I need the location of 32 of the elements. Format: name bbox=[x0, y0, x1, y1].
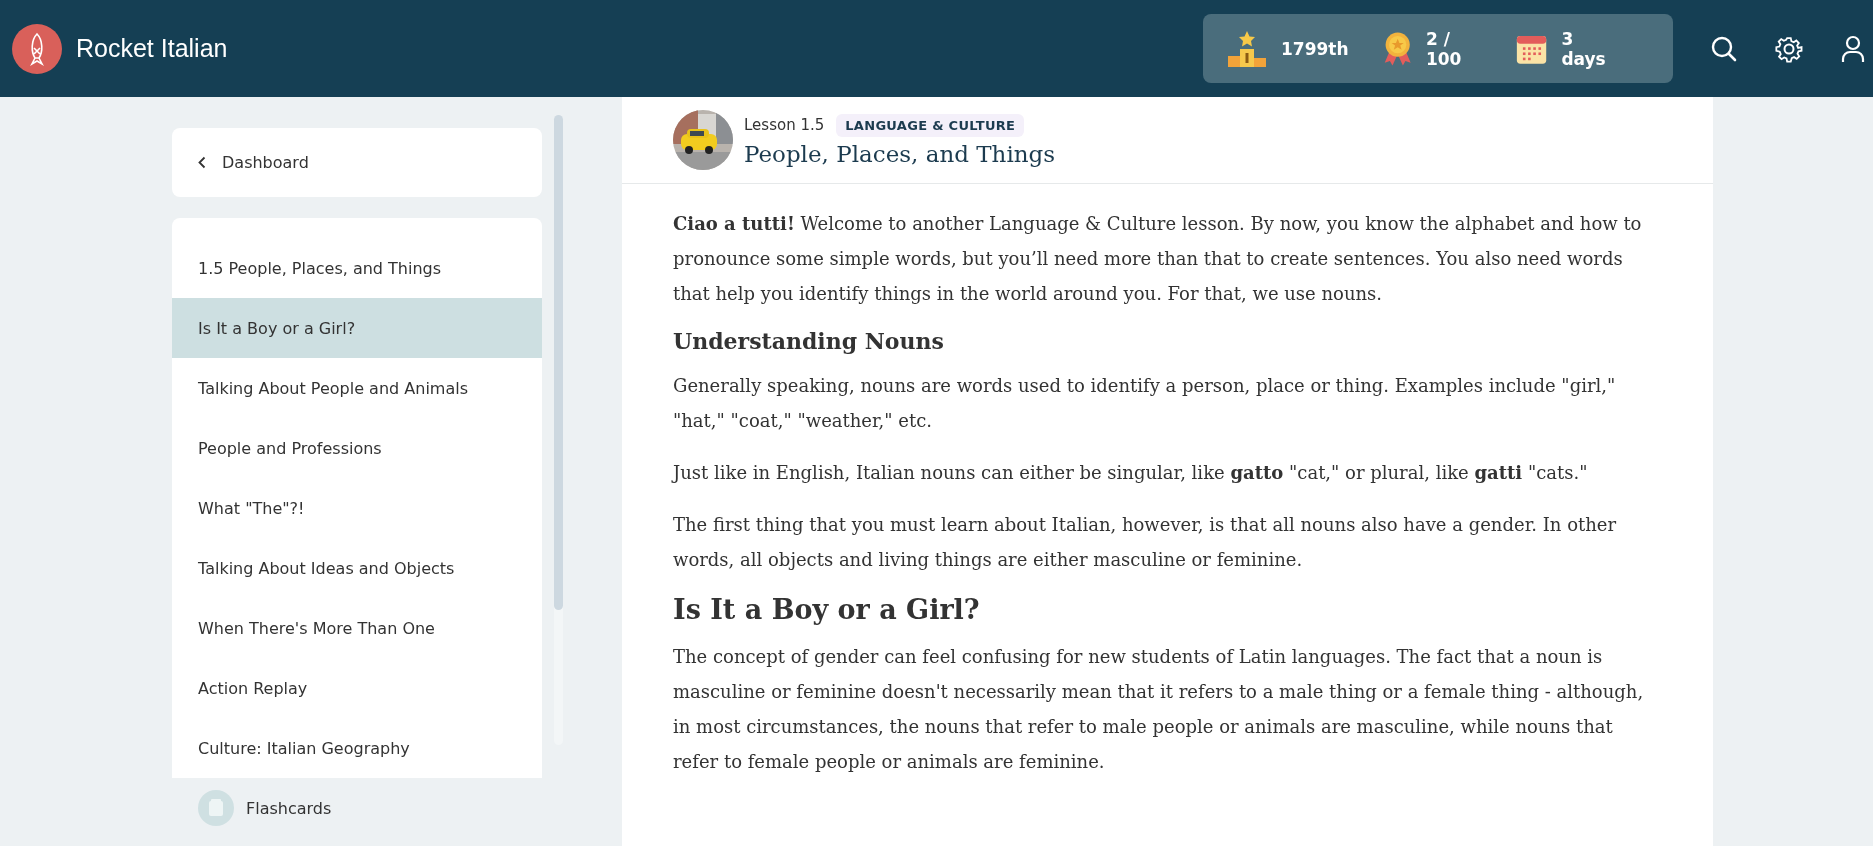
sidebar-item[interactable]: Culture: Italian Geography bbox=[172, 718, 542, 778]
paragraph: Ciao a tutti! Welcome to another Language & Culture lesson. By now, you know the alphabet and how to pronounce some simple words, but you’ll need more than that to create sentences. You also need words that help you identify things in the world around you. For that, we use nouns. bbox=[673, 212, 1643, 306]
app-title: Rocket Italian bbox=[76, 34, 229, 63]
sidebar-item[interactable]: What "The"?! bbox=[172, 478, 542, 538]
rocket-logo-icon[interactable] bbox=[12, 23, 62, 74]
search-icon[interactable] bbox=[1711, 35, 1737, 62]
stat-value: 1799th bbox=[1281, 38, 1349, 59]
section-heading: Is It a Boy or a Girl? bbox=[673, 594, 981, 625]
sidebar-item[interactable]: Flashcards bbox=[172, 778, 542, 838]
settings-icon[interactable] bbox=[1775, 34, 1803, 63]
lesson-number: Lesson 1.5 bbox=[744, 116, 825, 134]
lesson-title: People, Places, and Things bbox=[744, 140, 1056, 167]
sidebar-item[interactable]: People and Professions bbox=[172, 418, 542, 478]
user-icon[interactable] bbox=[1841, 34, 1865, 63]
sidebar-item[interactable]: Talking About Ideas and Objects bbox=[172, 538, 542, 598]
paragraph: The first thing that you must learn about Italian, however, is that all nouns also have a gender. In other words, all objects and living things are either masculine or feminine. bbox=[673, 513, 1618, 572]
stat-value: 2 / 100 bbox=[1425, 28, 1463, 69]
paragraph: Generally speaking, nouns are words used to identify a person, place or thing. Examples include "girl," "hat," "coat," "weather," etc. bbox=[673, 374, 1617, 433]
sidebar-item[interactable]: Is It a Boy or a Girl? bbox=[172, 298, 542, 358]
flashcards-icon bbox=[198, 790, 234, 826]
stat-value: 3 days bbox=[1561, 28, 1607, 69]
dashboard-back-link[interactable]: Dashboard bbox=[172, 128, 542, 197]
sidebar-item[interactable]: Action Replay bbox=[172, 658, 542, 718]
paragraph: The concept of gender can feel confusing for new students of Latin languages. The fact that a noun is masculine or feminine doesn't necessarily mean that it refers to a male thing or a female thing - although, in most circumstances, the nouns that refer to male people or animals are masculine, while nouns that refer to female people or animals are feminine. bbox=[673, 645, 1645, 774]
section-heading: Understanding Nouns bbox=[673, 328, 945, 354]
chevron-left-icon bbox=[198, 156, 206, 169]
paragraph: Just like in English, Italian nouns can either be singular, like gatto "cat," or plural, like gatti "cats." bbox=[673, 461, 1589, 485]
sidebar-item[interactable]: When There's More Than One bbox=[172, 598, 542, 658]
sidebar-item[interactable]: 1.5 People, Places, and Things bbox=[172, 238, 542, 298]
scrollbar[interactable] bbox=[554, 115, 563, 745]
sidebar-item[interactable]: Talking About People and Animals bbox=[172, 358, 542, 418]
category-tag: LANGUAGE & CULTURE bbox=[836, 113, 1025, 137]
